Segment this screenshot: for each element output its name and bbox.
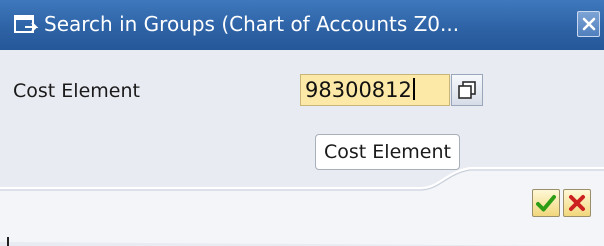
status-indicator <box>7 237 9 246</box>
window-title: Search in Groups (Chart of Accounts Z0..… <box>44 12 460 36</box>
search-dialog: Search in Groups (Chart of Accounts Z0..… <box>0 0 604 246</box>
cost-element-value: 98300812 <box>305 78 412 102</box>
multiple-selection-button[interactable] <box>451 74 483 106</box>
field-tooltip: Cost Element <box>315 134 460 170</box>
title-bar: Search in Groups (Chart of Accounts Z0..… <box>0 0 604 50</box>
dialog-content: Cost Element 98300812 Cost Element <box>0 50 604 246</box>
cancel-button[interactable] <box>563 189 591 217</box>
close-button[interactable] <box>577 11 600 37</box>
text-cursor <box>412 78 415 100</box>
search-window-icon <box>12 11 40 39</box>
cost-element-label: Cost Element <box>13 80 140 102</box>
ok-button[interactable] <box>532 189 560 217</box>
cost-element-input[interactable]: 98300812 <box>300 74 450 106</box>
